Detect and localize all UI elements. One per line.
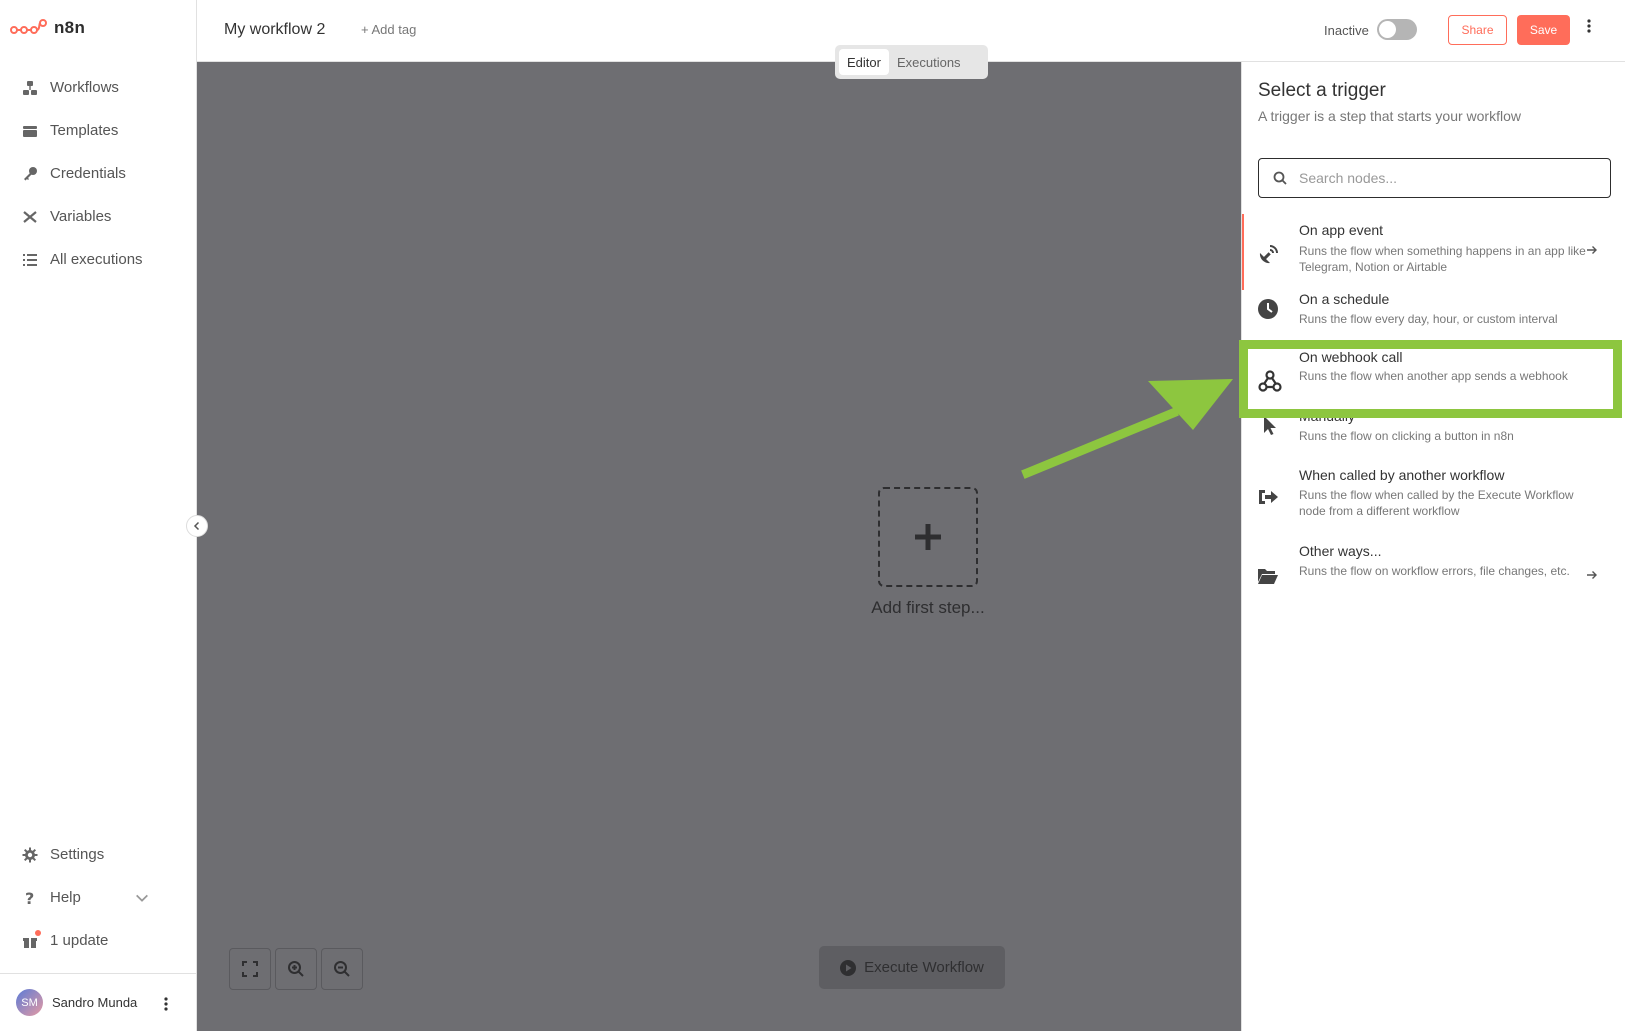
key-icon bbox=[24, 166, 37, 180]
trigger-item-title: On a schedule bbox=[1299, 291, 1390, 307]
save-button[interactable]: Save bbox=[1517, 15, 1570, 45]
panel-title: Select a trigger bbox=[1258, 80, 1386, 101]
execute-workflow-button[interactable]: Execute Workflow bbox=[819, 946, 1005, 989]
zoom-out-button[interactable] bbox=[321, 948, 363, 990]
sidebar-item-label: Settings bbox=[50, 846, 105, 863]
trigger-item-title: When called by another workflow bbox=[1299, 467, 1505, 483]
n8n-logo-icon bbox=[10, 19, 47, 34]
sidebar-item-label: 1 update bbox=[50, 932, 109, 949]
trigger-item-title: Other ways... bbox=[1299, 543, 1382, 559]
sidebar-item-variables[interactable]: Variables bbox=[0, 195, 196, 238]
trigger-item-other-ways[interactable]: Other ways... Runs the flow on workflow … bbox=[1242, 542, 1625, 618]
execute-workflow-label: Execute Workflow bbox=[864, 959, 984, 976]
sidebar-item-settings[interactable]: Settings bbox=[0, 833, 196, 876]
view-tabs: Editor Executions bbox=[835, 45, 988, 79]
active-toggle[interactable] bbox=[1377, 19, 1417, 40]
more-vertical-icon[interactable] bbox=[164, 997, 168, 1011]
sidebar-item-label: Templates bbox=[50, 122, 119, 139]
plus-icon bbox=[915, 524, 941, 550]
sign-in-icon bbox=[1259, 490, 1278, 504]
folder-open-icon bbox=[1258, 569, 1278, 584]
search-box[interactable] bbox=[1258, 158, 1611, 198]
templates-icon bbox=[23, 125, 37, 137]
more-vertical-icon[interactable] bbox=[1587, 19, 1591, 33]
user-profile[interactable]: SM Sandro Munda bbox=[0, 973, 196, 1031]
arrow-right-icon bbox=[1587, 571, 1597, 579]
clock-icon bbox=[1258, 299, 1278, 319]
list-icon bbox=[23, 253, 37, 266]
play-circle-icon bbox=[840, 959, 857, 976]
workflow-canvas[interactable]: Add first step... Execute Workflow bbox=[197, 62, 1241, 1031]
chevron-left-icon bbox=[193, 521, 200, 531]
add-first-step-button[interactable] bbox=[878, 487, 978, 587]
sidebar: n8n Workflows Templates Credentials Vari… bbox=[0, 0, 197, 1031]
satellite-icon bbox=[1259, 245, 1278, 264]
zoom-in-icon bbox=[288, 961, 304, 977]
annotation-highlight-box bbox=[1239, 340, 1622, 418]
sidebar-item-label: All executions bbox=[50, 251, 143, 268]
trigger-item-desc: Runs the flow when something happens in … bbox=[1299, 244, 1586, 274]
expand-icon bbox=[242, 961, 258, 977]
tab-editor[interactable]: Editor bbox=[839, 49, 889, 75]
collapse-sidebar-button[interactable] bbox=[186, 515, 208, 537]
variables-icon bbox=[23, 210, 37, 223]
add-tag-link[interactable]: + Add tag bbox=[361, 22, 416, 37]
workflow-name[interactable]: My workflow 2 bbox=[224, 21, 325, 39]
notification-dot bbox=[35, 929, 41, 936]
sidebar-item-label: Credentials bbox=[50, 165, 126, 182]
sidebar-item-label: Help bbox=[50, 889, 81, 906]
sidebar-item-all-executions[interactable]: All executions bbox=[0, 238, 196, 281]
share-button[interactable]: Share bbox=[1448, 15, 1507, 45]
panel-subtitle: A trigger is a step that starts your wor… bbox=[1258, 108, 1521, 124]
toggle-knob bbox=[1379, 21, 1396, 38]
sidebar-bottom-nav: Settings ? Help 1 update bbox=[0, 833, 196, 962]
trigger-item-desc: Runs the flow on workflow errors, file c… bbox=[1299, 564, 1570, 578]
trigger-item-desc: Runs the flow on clicking a button in n8… bbox=[1299, 429, 1514, 443]
fit-view-button[interactable] bbox=[229, 948, 271, 990]
gift-icon-wrap bbox=[22, 929, 41, 949]
add-first-step-label: Add first step... bbox=[871, 598, 985, 617]
gear-icon bbox=[22, 847, 38, 862]
search-input[interactable] bbox=[1299, 170, 1599, 186]
sidebar-item-label: Variables bbox=[50, 208, 112, 225]
zoom-in-button[interactable] bbox=[275, 948, 317, 990]
trigger-panel: Select a trigger A trigger is a step tha… bbox=[1241, 62, 1625, 1031]
avatar: SM bbox=[16, 989, 43, 1016]
chevron-down-icon bbox=[136, 894, 148, 902]
app-name: n8n bbox=[54, 18, 86, 37]
arrow-right-icon bbox=[1587, 246, 1597, 254]
sidebar-item-templates[interactable]: Templates bbox=[0, 109, 196, 152]
trigger-item-on-app-event[interactable]: On app event Runs the flow when somethin… bbox=[1242, 214, 1625, 290]
workflows-icon bbox=[23, 80, 37, 95]
trigger-item-desc: Runs the flow when called by the Execute… bbox=[1299, 488, 1574, 518]
trigger-item-title: On app event bbox=[1299, 222, 1384, 238]
active-status-label: Inactive bbox=[1324, 23, 1369, 38]
sidebar-item-credentials[interactable]: Credentials bbox=[0, 152, 196, 195]
sidebar-item-update[interactable]: 1 update bbox=[0, 919, 196, 962]
svg-text:?: ? bbox=[25, 890, 34, 906]
sidebar-item-label: Workflows bbox=[50, 79, 119, 96]
user-name: Sandro Munda bbox=[52, 995, 138, 1010]
question-icon: ? bbox=[25, 890, 34, 906]
search-icon bbox=[1273, 171, 1287, 185]
n8n-logo[interactable]: n8n bbox=[10, 18, 85, 38]
sidebar-item-help[interactable]: ? Help bbox=[0, 876, 196, 919]
sidebar-item-workflows[interactable]: Workflows bbox=[0, 66, 196, 109]
sidebar-nav: Workflows Templates Credentials Variable… bbox=[0, 66, 196, 281]
zoom-out-icon bbox=[334, 961, 350, 977]
trigger-item-called-by-workflow[interactable]: When called by another workflow Runs the… bbox=[1242, 466, 1625, 542]
trigger-item-desc: Runs the flow every day, hour, or custom… bbox=[1299, 312, 1558, 326]
tab-executions[interactable]: Executions bbox=[889, 49, 969, 75]
